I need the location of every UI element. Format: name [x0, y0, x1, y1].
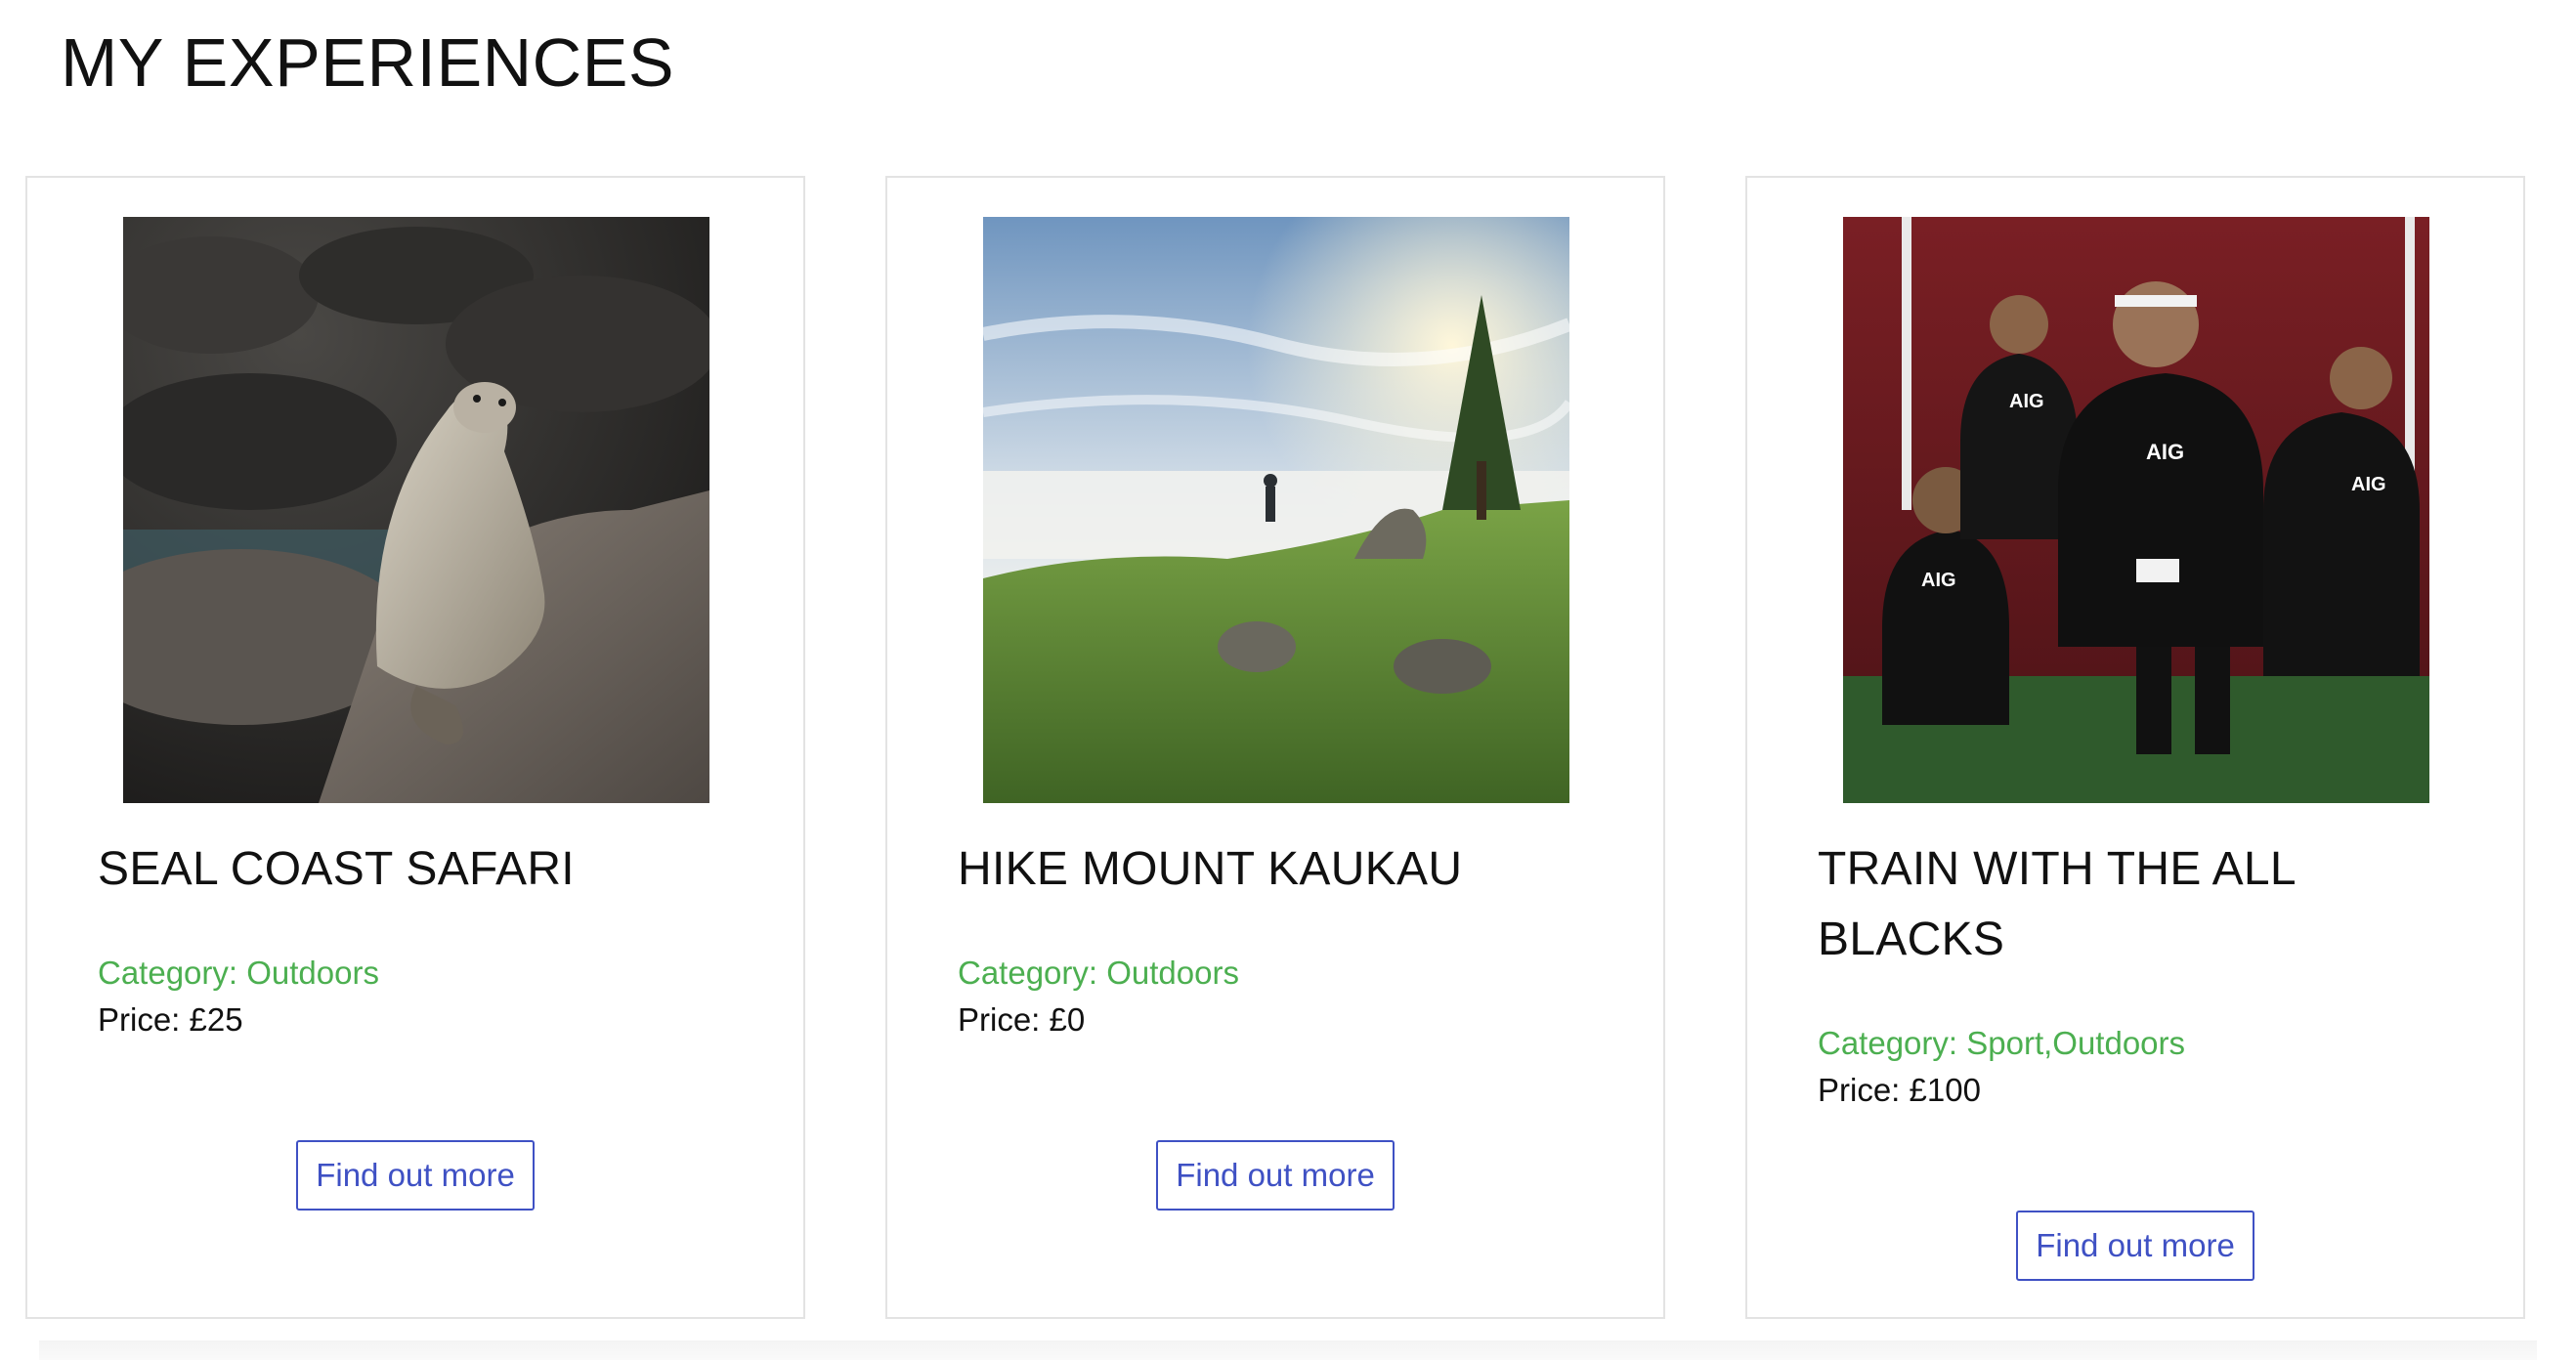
hike-photo	[983, 217, 1569, 803]
bottom-divider	[39, 1340, 2537, 1360]
experience-card: HIKE MOUNT KAUKAU Category: Outdoors Pri…	[885, 176, 1665, 1319]
experience-image-hike[interactable]	[983, 217, 1569, 803]
experience-card: AIG AIG AIG AIG TRAIN WITH THE ALL BLACK…	[1745, 176, 2525, 1319]
find-out-more-button[interactable]: Find out more	[296, 1140, 535, 1211]
experience-title: HIKE MOUNT KAUKAU	[958, 843, 1463, 895]
page-title: MY EXPERIENCES	[61, 24, 675, 101]
experience-title: SEAL COAST SAFARI	[98, 843, 575, 895]
find-out-more-button[interactable]: Find out more	[1156, 1140, 1395, 1211]
svg-text:AIG: AIG	[2351, 474, 2386, 495]
experience-title: TRAIN WITH THE ALL BLACKS	[1818, 843, 2296, 965]
experience-card: SEAL COAST SAFARI Category: Outdoors Pri…	[25, 176, 805, 1319]
experience-meta: Category: Outdoors Price: £25	[98, 950, 733, 1043]
experience-meta: Category: Sport,Outdoors Price: £100	[1818, 1020, 2453, 1114]
experience-image-all-blacks[interactable]: AIG AIG AIG AIG	[1843, 217, 2429, 803]
experience-price: Price: £25	[98, 1001, 243, 1038]
experience-price: Price: £100	[1818, 1072, 1981, 1108]
experience-meta: Category: Outdoors Price: £0	[958, 950, 1593, 1043]
find-out-more-button[interactable]: Find out more	[2016, 1211, 2254, 1281]
experience-price: Price: £0	[958, 1001, 1086, 1038]
experience-category: Category: Sport,Outdoors	[1818, 1025, 2186, 1061]
experience-category: Category: Outdoors	[958, 955, 1239, 991]
svg-text:AIG: AIG	[2009, 391, 2044, 412]
svg-text:AIG: AIG	[2146, 440, 2184, 464]
svg-text:AIG: AIG	[1921, 570, 1956, 591]
seal-photo	[123, 217, 709, 803]
rugby-photo: AIG AIG AIG AIG	[1843, 217, 2429, 803]
experience-category: Category: Outdoors	[98, 955, 379, 991]
experience-image-seal[interactable]	[123, 217, 709, 803]
